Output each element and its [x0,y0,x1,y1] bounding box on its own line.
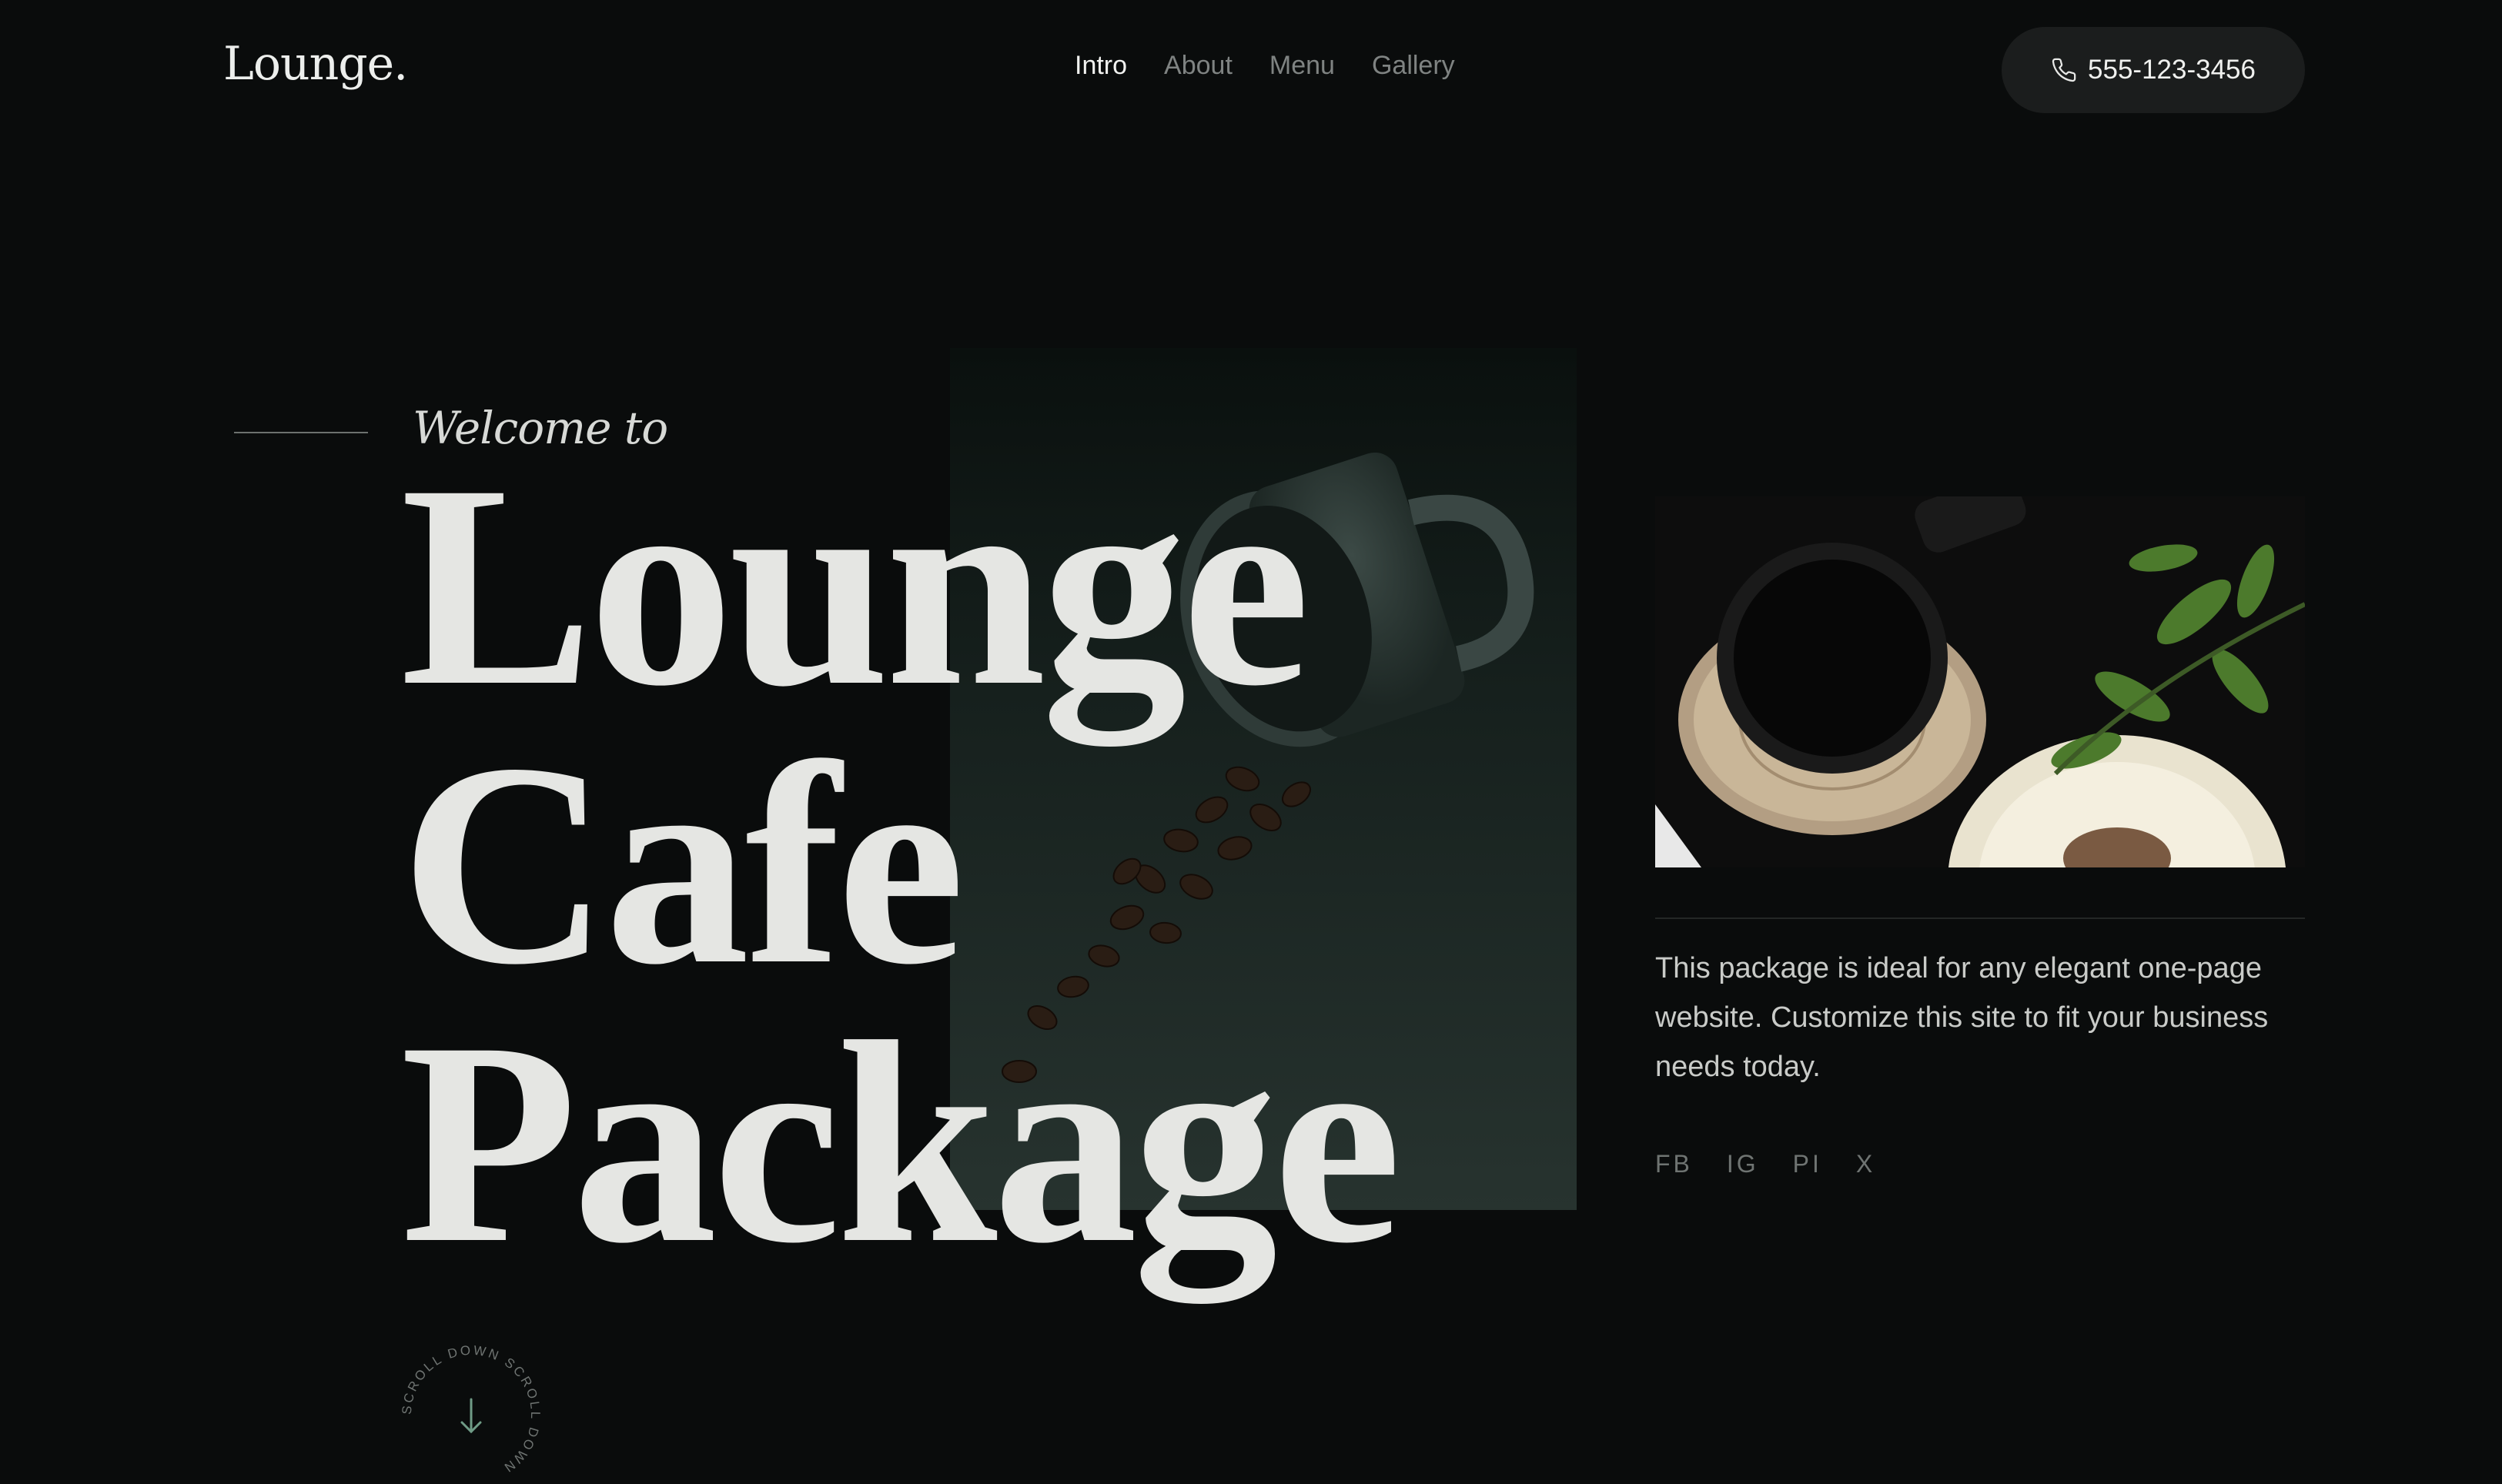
nav-item-about[interactable]: About [1164,51,1233,81]
scroll-down-ring: SCROLL DOWN SCROLL DOWN [400,1343,540,1476]
hero-title-line-3: Package [400,983,1402,1303]
hero-title: Lounge Cafe Package [400,426,1402,1303]
scroll-down-badge[interactable]: SCROLL DOWN SCROLL DOWN [394,1338,548,1484]
phone-number: 555-123-3456 [2088,55,2256,85]
social-link-instagram[interactable]: IG [1727,1150,1759,1178]
phone-icon [2052,58,2076,82]
side-image-art [1655,496,2305,867]
phone-button[interactable]: 555-123-3456 [2002,27,2305,113]
social-link-pinterest[interactable]: PI [1793,1150,1822,1178]
side-description: This package is ideal for any elegant on… [1655,952,2269,1083]
social-link-facebook[interactable]: FB [1655,1150,1693,1178]
nav-item-intro[interactable]: Intro [1075,51,1127,81]
nav-item-menu[interactable]: Menu [1269,51,1335,81]
arrow-down-icon [460,1398,482,1434]
nav-item-gallery[interactable]: Gallery [1372,51,1455,81]
page: Lounge. Intro About Menu Gallery 555-123… [0,0,2502,1484]
welcome-divider [234,432,368,433]
social-links: FB IG PI X [1655,1150,1875,1178]
site-logo[interactable]: Lounge. [223,37,408,91]
side-image [1655,496,2305,867]
social-link-x[interactable]: X [1856,1150,1875,1178]
hero-title-line-2: Cafe [400,704,965,1024]
hero-title-line-1: Lounge [400,426,1310,746]
side-divider [1655,917,2305,919]
main-nav: Intro About Menu Gallery [1075,51,1455,81]
